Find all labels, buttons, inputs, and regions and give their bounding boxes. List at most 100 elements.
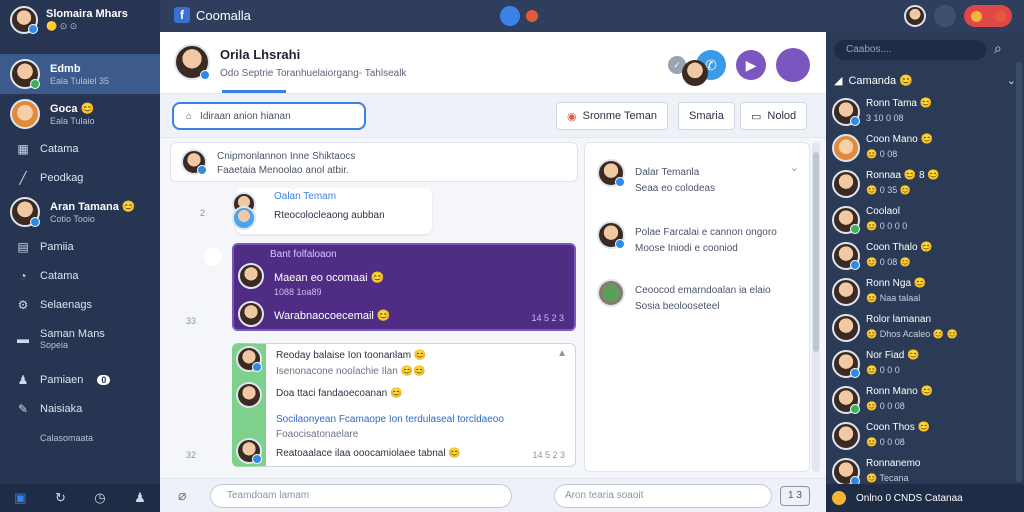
- sidebar-profile[interactable]: Slomaira Mhars 🟡 ⊙ ⊙: [10, 6, 128, 34]
- contact-name: Coon Thalo 😊: [866, 242, 933, 253]
- message-thread: Cnipmonlannon Inne Shiktaocs Faaetaia Me…: [170, 140, 580, 472]
- pin-icon: ✎: [17, 401, 29, 416]
- conversation-subtitle: Odo Septrie Toranhuelaiorgang- Tahlsealk: [220, 68, 407, 79]
- app-brand[interactable]: f Coomalla: [174, 7, 251, 23]
- profile-button[interactable]: [682, 48, 810, 86]
- sidebar-item-3[interactable]: ╱ Peodkag: [0, 163, 160, 192]
- attach-icon[interactable]: ⌀: [178, 487, 186, 504]
- expanded-message-card[interactable]: ▲ Reoday balaise Ion toonanlam 😊 Isenona…: [232, 343, 576, 467]
- refresh-icon[interactable]: ↻: [55, 490, 66, 506]
- smile-icon[interactable]: [832, 491, 846, 505]
- chevron-down-icon[interactable]: ⌄: [1007, 74, 1016, 87]
- message-timestamp: 14 5 2 3: [531, 313, 564, 323]
- alert-icon: [970, 10, 982, 22]
- scrollbar-thumb[interactable]: [813, 152, 819, 352]
- contact-item[interactable]: Rolor lamanan 😊 Dhos Acaleo 😊 😊: [830, 312, 1010, 348]
- contact-item[interactable]: Ronn Nga 😊 😊 Naa talaal: [830, 276, 1010, 312]
- chevron-down-icon[interactable]: ⌄: [790, 161, 799, 174]
- contacts-search-input[interactable]: Caabos....: [834, 40, 986, 60]
- sidebar-item-10[interactable]: ✎ Naisiaka: [0, 394, 160, 423]
- contact-name: Rolor lamanan: [866, 314, 932, 325]
- clock-icon: ◔: [19, 268, 27, 283]
- sidebar-item-6[interactable]: ◔ Catama: [0, 261, 160, 290]
- mini-avatar-icon: [204, 248, 222, 266]
- details-item-title: Dalar Temanla: [635, 167, 700, 178]
- contact-status: 😊 Dhos Acaleo 😊 😊: [866, 329, 958, 339]
- header-actions: ✓ ✆ ▶: [668, 48, 810, 86]
- sidebar-item-label: Saman Mans: [40, 328, 105, 340]
- details-item-title: Ceoocod emarndoalan ia elaio: [635, 285, 771, 296]
- details-item-sub: Sosia beolooseteel: [635, 301, 720, 312]
- avatar: [10, 197, 40, 227]
- grid-icon: ▤: [17, 239, 29, 254]
- chevron-up-icon[interactable]: ▲: [557, 348, 567, 359]
- contact-name: Ronnanemo: [866, 458, 921, 469]
- conversation-search-input[interactable]: ⌂ Idiraan anion hianan: [172, 102, 366, 130]
- sidebar-item-8[interactable]: ▬ Saman Mans Sopeia: [0, 319, 160, 359]
- sidebar-item-5[interactable]: ▤ Pamiia: [0, 232, 160, 261]
- contacts-bottom-text: Onlno 0 CNDS Catanaa: [856, 492, 963, 504]
- user-avatar[interactable]: [904, 5, 926, 27]
- input-placeholder: Aron tearia soaoit: [565, 490, 644, 501]
- apps-icon[interactable]: [934, 5, 956, 27]
- send-button[interactable]: 1 3: [780, 486, 810, 506]
- video-button[interactable]: ▶: [736, 50, 766, 80]
- messenger-icon[interactable]: [500, 6, 520, 26]
- contact-item[interactable]: Ronn Tama 😊 3 10 0 08: [830, 96, 1010, 132]
- sidebar-item-11[interactable]: Calasomaata: [0, 423, 160, 452]
- avatar: [832, 422, 860, 450]
- secondary-input[interactable]: Aron tearia soaoit: [554, 484, 772, 508]
- thread-header[interactable]: Cnipmonlannon Inne Shiktaocs Faaetaia Me…: [170, 142, 578, 182]
- message-text: Reoday balaise Ion toonanlam 😊: [276, 350, 427, 361]
- avatar: [597, 159, 625, 187]
- user-icon[interactable]: ♟: [134, 490, 146, 506]
- conversation-avatar[interactable]: [174, 44, 210, 80]
- contact-item[interactable]: Coon Thalo 😊 😊 0 08 😊: [830, 240, 1010, 276]
- sidebar-item-4[interactable]: Aran Tamana 😊 Cotio Tooio: [0, 192, 160, 232]
- notification-icon[interactable]: [526, 10, 538, 22]
- avatar: [10, 99, 40, 129]
- sidebar-item-label: Pamiaen: [40, 373, 84, 386]
- profile-status: 🟡 ⊙ ⊙: [46, 21, 78, 31]
- alerts-pill[interactable]: [964, 5, 1012, 27]
- sidebar-item-9[interactable]: ♟ Pamiaen 0: [0, 365, 160, 394]
- contact-item[interactable]: Ronnaa 😊 8 😊 😊 0 35 😊: [830, 168, 1010, 204]
- home-icon[interactable]: ▣: [14, 490, 26, 506]
- message-bubble[interactable]: Oalan Temam Rteocolocleaong aubban: [232, 188, 432, 234]
- highlighted-message[interactable]: Bant folfaloaon Maean eo ocomaai 😊 1088 …: [232, 243, 576, 331]
- contact-name: Coolaol: [866, 206, 900, 217]
- megaphone-icon: ◢: [834, 75, 843, 87]
- contacts-scrollbar[interactable]: [1016, 62, 1022, 482]
- message-link[interactable]: Socilaonyean Fcamaope Ion terdulaseal to…: [276, 414, 504, 425]
- details-scrollbar[interactable]: [812, 142, 820, 472]
- compose-bar: ⌀ Teamdoam lamam Aron tearia soaoit 1 3: [160, 478, 826, 512]
- sidebar-item-2[interactable]: ▦ Catama: [0, 134, 160, 163]
- avatar: [832, 242, 860, 270]
- thread-header-line1: Cnipmonlannon Inne Shiktaocs: [217, 151, 356, 162]
- contact-status: 😊 0 0 08: [866, 401, 905, 411]
- avatar: [236, 382, 262, 408]
- sidebar-item-label: Aran Tamana 😊: [50, 200, 136, 213]
- contact-item[interactable]: Nor Fiad 😊 😊 0 0 0: [830, 348, 1010, 384]
- nolod-button[interactable]: ▭ Nolod: [740, 102, 808, 130]
- sidebar-item-7[interactable]: ⚙ Selaenags: [0, 290, 160, 319]
- sidebar-item-label: Catama: [40, 269, 79, 282]
- search-icon[interactable]: ⌕: [994, 40, 1002, 57]
- contact-item[interactable]: Coolaol 😊 0 0 0 0: [830, 204, 1010, 240]
- smaria-button[interactable]: Smaria: [678, 102, 735, 130]
- message-text: Reatoaalace ilaa ooocamiolaee tabnal 😊: [276, 448, 461, 459]
- contacts-bottom-bar: Onlno 0 CNDS Catanaa: [826, 484, 1024, 512]
- sidebar-bottom-bar: ▣ ↻ ◷ ♟: [0, 484, 160, 512]
- sidebar-item-label: Selaenags: [40, 298, 92, 311]
- message-text: Foaocisatonaelare: [276, 429, 359, 440]
- contact-item[interactable]: Ronn Mano 😊 😊 0 0 08: [830, 384, 1010, 420]
- timer-icon[interactable]: ◷: [94, 490, 105, 506]
- contact-item[interactable]: Coon Mano 😊 😊 0 08: [830, 132, 1010, 168]
- contact-item[interactable]: Coon Thos 😊 😊 0 0 08: [830, 420, 1010, 456]
- contacts-header[interactable]: ◢ Camanda 😊 ⌄: [834, 74, 1016, 87]
- sidebar-item-0[interactable]: Edmb Eala Tulaiel 35: [0, 54, 160, 94]
- sronme-teman-button[interactable]: ◉ Sronme Teman: [556, 102, 668, 130]
- message-input[interactable]: Teamdoam lamam: [210, 484, 512, 508]
- sidebar-item-1[interactable]: Goca 😊 Eala Tulaio: [0, 94, 160, 134]
- avatar: [832, 170, 860, 198]
